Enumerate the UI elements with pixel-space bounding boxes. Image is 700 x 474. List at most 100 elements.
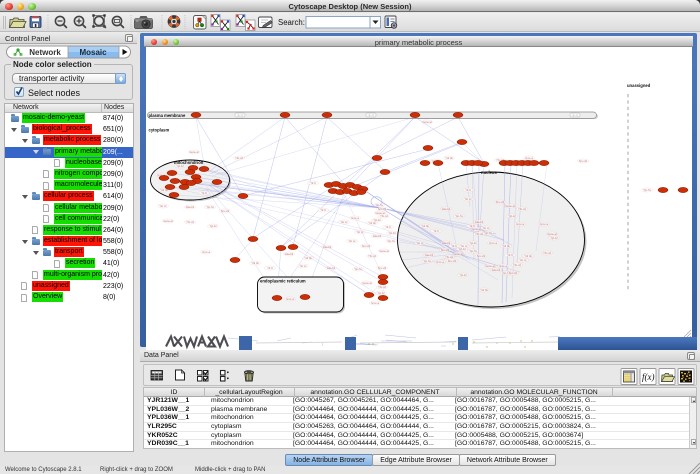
svg-text:Gene al: Gene al [505,204,515,208]
svg-text:Gene al: Gene al [485,264,495,268]
svg-text:Ydr 4k: Ydr 4k [251,261,259,265]
svg-text:Ykr cc: Ykr cc [416,241,424,245]
svg-text:Ykr cc: Ykr cc [464,197,472,201]
svg-text:Snc-22: Snc-22 [579,159,588,163]
svg-text:Ydr 4k: Ydr 4k [502,244,510,248]
svg-text:Ypt-7a: Ypt-7a [387,239,395,243]
svg-text:Snc-22: Snc-22 [221,209,230,213]
svg-text:Ylr-9: Ylr-9 [451,244,457,248]
svg-text:Gmc-a: Gmc-a [516,222,524,226]
svg-text:Snc-22: Snc-22 [477,254,486,258]
svg-text:Gmc-a: Gmc-a [286,297,294,301]
svg-text:Ybr-cd: Ybr-cd [368,254,376,258]
svg-text:f(x): f(x) [642,372,655,382]
svg-text:Ypt-7a: Ypt-7a [469,249,477,253]
svg-text:endoplasmic reticulum: endoplasmic reticulum [260,279,306,284]
svg-text:Ylr-9: Ylr-9 [310,181,316,185]
svg-text:Ylr-9: Ylr-9 [507,253,513,257]
svg-text:Snc-22: Snc-22 [378,266,387,270]
svg-text:Ypt-7a: Ypt-7a [455,214,463,218]
svg-text:Ylr-9: Ylr-9 [320,208,326,212]
svg-text:Gene al: Gene al [453,252,463,256]
svg-text:Ykr cc: Ykr cc [348,239,356,243]
svg-text:Ydr 4k: Ydr 4k [480,288,488,292]
svg-text:Ypl-12: Ypl-12 [469,241,477,245]
svg-text:unassigned: unassigned [627,83,651,88]
svg-text:Snc-22: Snc-22 [509,271,518,275]
svg-text:Search:: Search: [278,18,305,27]
svg-text:Ypt-7a: Ypt-7a [423,259,431,263]
svg-text:Snc-22: Snc-22 [448,259,457,263]
svg-text:Gka-b2: Gka-b2 [492,268,501,272]
svg-text:Ykr cc: Ykr cc [299,264,307,268]
svg-text:Gene al: Gene al [422,120,432,124]
svg-text:Ykr cc: Ykr cc [482,226,490,230]
svg-text:Gka-b2: Gka-b2 [475,220,484,224]
svg-text:Gene al: Gene al [379,249,389,253]
svg-text:Gka-b2: Gka-b2 [323,245,332,249]
svg-text:plasma membrane: plasma membrane [149,113,186,118]
svg-text:Ypl-12: Ypl-12 [377,291,385,295]
svg-text:Gka-b2: Gka-b2 [425,253,434,257]
svg-text:Ypt-7a: Ypt-7a [354,267,362,271]
svg-text:Ypl-12: Ypl-12 [459,273,467,277]
svg-text:Snc-22: Snc-22 [362,244,371,248]
svg-text:Gene al: Gene al [362,281,372,285]
svg-text:Gmc-a: Gmc-a [351,216,359,220]
svg-text:Ykr cc: Ykr cc [356,230,364,234]
svg-text:Ykr cc: Ykr cc [340,220,348,224]
svg-text:Gmc-a: Gmc-a [436,260,444,264]
svg-text:Ylr-9: Ylr-9 [385,225,391,229]
svg-text:Ykr cc: Ykr cc [159,204,167,208]
svg-text:Gmc-a: Gmc-a [499,264,507,268]
svg-text:Ydr 4k: Ydr 4k [421,224,429,228]
svg-text:Gene al: Gene al [163,219,173,223]
svg-text:Gka-b2: Gka-b2 [327,266,336,270]
svg-text:Ylr-9: Ylr-9 [433,229,439,233]
svg-text:Ylr-9: Ylr-9 [201,191,207,195]
svg-text:Ybr-cd: Ybr-cd [378,285,386,289]
svg-text:Gene al: Gene al [547,232,557,236]
svg-text:Gka-b2: Gka-b2 [373,234,382,238]
svg-text:[--..]: [--..] [573,113,578,117]
svg-text:Ypl-12: Ypl-12 [209,224,217,228]
svg-text:Ybr-cd: Ybr-cd [380,214,388,218]
svg-text:Ypl-12: Ypl-12 [176,164,184,168]
svg-text:Ydr 4k: Ydr 4k [368,221,376,225]
svg-text:Ybr-cd: Ybr-cd [235,156,243,160]
svg-text:Gene al: Gene al [189,150,199,154]
svg-text:Gka-b2: Gka-b2 [442,241,451,245]
svg-text:Ypl-12: Ypl-12 [550,236,558,240]
svg-text:Gka-b2: Gka-b2 [285,252,294,256]
svg-text:Gmc-a: Gmc-a [371,301,379,305]
svg-text:Ybr-cd: Ybr-cd [475,232,483,236]
svg-text:Gka-b2: Gka-b2 [186,205,195,209]
svg-text:Ydr 4k: Ydr 4k [524,254,532,258]
svg-text:Gka-b2: Gka-b2 [442,207,451,211]
svg-text:[--..]: [--..] [369,113,374,117]
svg-text:Ybr-cd: Ybr-cd [518,207,526,211]
svg-text:Ypt-7a: Ypt-7a [643,188,651,192]
svg-text:Ypl-12: Ypl-12 [388,231,396,235]
svg-text:Gmc-a: Gmc-a [525,156,533,160]
svg-text:Ybr-cd: Ybr-cd [543,251,551,255]
svg-text:Snc-22: Snc-22 [441,248,450,252]
svg-text:Ybr-cd: Ybr-cd [186,220,194,224]
svg-text:Mosaic: Mosaic [79,48,107,57]
svg-text:Ypt-7a: Ypt-7a [206,205,214,209]
svg-text:Gmc-a: Gmc-a [540,222,548,226]
svg-text:Ydr 4k: Ydr 4k [445,156,453,160]
svg-text:Snc-22: Snc-22 [496,200,505,204]
svg-text:cytoplasm: cytoplasm [149,128,170,133]
svg-text:Ybr-cd: Ybr-cd [513,263,521,267]
svg-text:Ypt-7a: Ypt-7a [375,203,383,207]
svg-text:Gene al: Gene al [471,227,481,231]
svg-text:[--..]: [--..] [238,113,243,117]
svg-text:Network: Network [29,48,61,57]
svg-text:Ylr-9: Ylr-9 [465,188,471,192]
svg-text:Ybr-cd: Ybr-cd [445,255,453,259]
svg-text:Ypl-12: Ypl-12 [508,214,516,218]
svg-text:Ylr-9: Ylr-9 [267,266,273,270]
svg-text:Ydr 4k: Ydr 4k [304,256,312,260]
svg-text:Ykr cc: Ykr cc [460,244,468,248]
